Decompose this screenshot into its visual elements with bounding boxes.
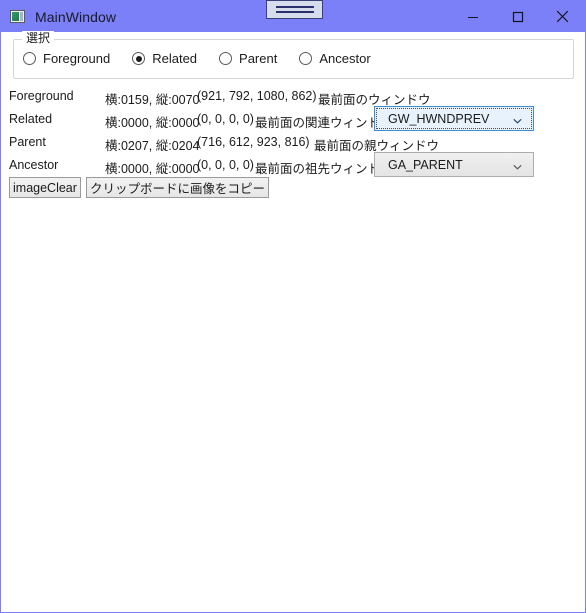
client-area: 選択 Foreground Related Parent Ancestor Fo… xyxy=(1,31,586,612)
row-name: Related xyxy=(9,112,53,126)
close-icon[interactable] xyxy=(540,1,585,32)
minimize-icon[interactable] xyxy=(450,1,495,32)
radio-parent-label: Parent xyxy=(239,51,278,66)
copy-image-to-clipboard-button[interactable]: クリップボードに画像をコピー xyxy=(86,177,270,198)
caption-button-group xyxy=(450,1,585,32)
radio-ancestor[interactable]: Ancestor xyxy=(299,51,371,66)
row-description: 最前面の関連ウィンドウ xyxy=(255,116,393,130)
image-clear-button[interactable]: imageClear xyxy=(9,177,81,198)
radio-foreground-label: Foreground xyxy=(43,51,111,66)
handle-line-2 xyxy=(275,11,314,13)
row-description: 最前面の祖先ウィンドウ xyxy=(255,162,393,176)
row-name: Parent xyxy=(9,135,46,149)
related-combo-value: GW_HWNDPREV xyxy=(388,111,490,126)
main-window: MainWindow 選択 Foreground Related Parent … xyxy=(0,0,586,613)
radio-related[interactable]: Related xyxy=(132,51,197,66)
app-window-icon xyxy=(10,9,26,25)
radio-foreground[interactable]: Foreground xyxy=(23,51,110,66)
radio-ancestor-label: Ancestor xyxy=(319,51,371,66)
row-name: Foreground xyxy=(9,89,74,103)
window-title: MainWindow xyxy=(35,8,117,25)
maximize-icon[interactable] xyxy=(495,1,540,32)
radio-parent[interactable]: Parent xyxy=(219,51,277,66)
selection-groupbox: 選択 Foreground Related Parent Ancestor xyxy=(13,31,574,79)
row-name: Ancestor xyxy=(9,158,59,172)
radio-circle-selected-icon xyxy=(132,52,146,65)
row-rect: (921, 792, 1080, 862) xyxy=(197,89,317,103)
row-rect: (0, 0, 0, 0) xyxy=(197,158,254,172)
ancestor-combo-value: GA_PARENT xyxy=(388,157,463,172)
row-rect: (716, 612, 923, 816) xyxy=(197,135,310,149)
selection-radio-group: Foreground Related Parent Ancestor xyxy=(23,51,393,66)
row-metrics: 横:0207, 縦:0204 xyxy=(105,139,200,153)
related-combo[interactable]: GW_HWNDPREV xyxy=(374,106,534,131)
selection-groupbox-label: 選択 xyxy=(22,31,55,45)
title-bar[interactable]: MainWindow xyxy=(1,0,585,32)
radio-circle-icon xyxy=(23,52,36,65)
radio-circle-icon xyxy=(299,52,313,65)
chevron-down-icon xyxy=(513,160,522,170)
row-metrics: 横:0159, 縦:0070 xyxy=(105,93,200,107)
floating-handle-chip[interactable] xyxy=(266,0,323,19)
chevron-down-icon xyxy=(513,114,522,124)
table-row: Ancestor 横:0000, 縦:0000 (0, 0, 0, 0) 最前面… xyxy=(1,152,586,178)
radio-related-label: Related xyxy=(152,51,198,66)
radio-circle-icon xyxy=(219,52,233,65)
table-row: Related 横:0000, 縦:0000 (0, 0, 0, 0) 最前面の… xyxy=(1,106,586,132)
row-rect: (0, 0, 0, 0) xyxy=(197,112,254,126)
row-metrics: 横:0000, 縦:0000 xyxy=(105,116,200,130)
row-metrics: 横:0000, 縦:0000 xyxy=(105,162,200,176)
handle-line-1 xyxy=(275,6,314,8)
window-info-table: Foreground 横:0159, 縦:0070 (921, 792, 108… xyxy=(1,86,586,178)
ancestor-combo[interactable]: GA_PARENT xyxy=(374,152,534,177)
